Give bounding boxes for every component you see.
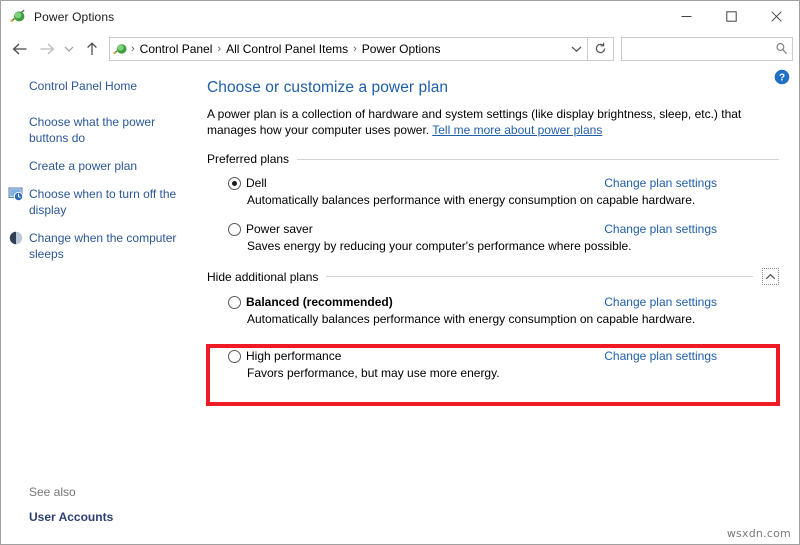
sidebar-item-label: Choose what the power buttons do — [29, 115, 156, 145]
plan-description-dell: Automatically balances performance with … — [247, 193, 696, 207]
see-also-label: See also — [29, 485, 76, 499]
change-plan-settings-balanced[interactable]: Change plan settings — [604, 295, 717, 309]
window-title: Power Options — [34, 9, 115, 24]
change-plan-settings-dell[interactable]: Change plan settings — [604, 176, 717, 190]
section-header: Preferred plans — [207, 152, 779, 166]
change-plan-settings-high-performance[interactable]: Change plan settings — [604, 349, 717, 363]
section-label: Preferred plans — [207, 152, 290, 166]
sidebar-item-control-panel-home[interactable]: Control Panel Home — [1, 78, 187, 94]
sidebar-item-turn-off-display[interactable]: Choose when to turn off the display — [1, 186, 187, 218]
radio-balanced[interactable] — [228, 296, 241, 309]
breadcrumb-all-control-panel-items[interactable]: All Control Panel Items — [223, 42, 351, 56]
forward-button[interactable] — [33, 36, 59, 62]
up-button[interactable] — [79, 36, 105, 62]
section-preferred-plans: Preferred plans Dell Automatically balan… — [207, 152, 779, 254]
refresh-button[interactable] — [588, 36, 614, 61]
address-bar[interactable]: › Control Panel › All Control Panel Item… — [109, 36, 588, 61]
chevron-up-icon[interactable] — [762, 268, 779, 285]
breadcrumb-separator: › — [353, 42, 357, 55]
minimize-button[interactable] — [664, 1, 709, 32]
page-title: Choose or customize a power plan — [207, 79, 449, 96]
back-button[interactable] — [7, 36, 33, 62]
sidebar-item-label: Create a power plan — [29, 159, 138, 173]
power-options-window: Power Options › Control Panel › All Cont… — [0, 0, 800, 545]
plan-row-high-performance: High performance Favors performance, but… — [207, 349, 779, 381]
breadcrumb-power-options[interactable]: Power Options — [359, 42, 444, 56]
svg-text:?: ? — [779, 73, 785, 84]
see-also-section: See also User Accounts — [29, 485, 113, 524]
help-icon[interactable]: ? — [774, 69, 790, 85]
content-area: Control Panel Home Choose what the power… — [1, 65, 799, 544]
page-description: A power plan is a collection of hardware… — [207, 106, 752, 138]
radio-power-saver[interactable] — [228, 223, 241, 236]
plan-name-balanced[interactable]: Balanced (recommended) — [246, 295, 393, 310]
plan-name-dell[interactable]: Dell — [246, 176, 267, 191]
watermark: wsxdn.com — [726, 527, 791, 540]
sidebar-item-create-power-plan[interactable]: Create a power plan — [1, 158, 187, 174]
maximize-button[interactable] — [709, 1, 754, 32]
breadcrumb-separator: › — [217, 42, 222, 55]
plan-name-high-performance[interactable]: High performance — [246, 349, 341, 364]
breadcrumb-separator: › — [131, 42, 135, 55]
recent-locations-button[interactable] — [59, 36, 79, 62]
window-controls — [664, 1, 799, 32]
monitor-icon — [8, 186, 24, 202]
plan-description-power-saver: Saves energy by reducing your computer's… — [247, 239, 632, 253]
section-additional-plans: Hide additional plans Balanced (recommen… — [207, 268, 779, 381]
plan-description-high-performance: Favors performance, but may use more ene… — [247, 366, 500, 380]
sidebar-item-label: Change when the computer sleeps — [29, 231, 177, 261]
see-also-user-accounts-link[interactable]: User Accounts — [29, 510, 113, 524]
section-rule — [297, 158, 779, 160]
sidebar-item-computer-sleeps[interactable]: Change when the computer sleeps — [1, 230, 187, 262]
change-plan-settings-power-saver[interactable]: Change plan settings — [604, 222, 717, 236]
sidebar-item-label: Choose when to turn off the display — [29, 187, 177, 217]
plan-row-balanced: Balanced (recommended) Automatically bal… — [207, 295, 779, 327]
plan-row-dell: Dell Automatically balances performance … — [207, 176, 779, 208]
power-plug-icon — [10, 8, 27, 25]
tell-me-more-link[interactable]: Tell me more about power plans — [432, 123, 602, 137]
section-label: Hide additional plans — [207, 269, 319, 284]
sidebar: Control Panel Home Choose what the power… — [1, 65, 201, 544]
section-header: Hide additional plans — [207, 268, 779, 285]
radio-dell[interactable] — [228, 177, 241, 190]
search-input[interactable] — [622, 41, 770, 56]
search-icon[interactable] — [770, 38, 792, 60]
plan-row-power-saver: Power saver Saves energy by reducing you… — [207, 222, 779, 254]
sidebar-item-choose-power-buttons[interactable]: Choose what the power buttons do — [1, 114, 187, 146]
power-plug-breadcrumb-icon — [113, 41, 129, 57]
search-box[interactable] — [621, 36, 793, 61]
title-bar: Power Options — [1, 1, 799, 32]
breadcrumb-control-panel[interactable]: Control Panel — [137, 42, 216, 56]
chevron-down-icon[interactable] — [565, 38, 587, 60]
plan-name-power-saver[interactable]: Power saver — [246, 222, 313, 237]
moon-icon — [8, 230, 24, 246]
main-pane: ? Choose or customize a power plan A pow… — [201, 65, 799, 544]
section-rule — [326, 276, 753, 277]
radio-high-performance[interactable] — [228, 350, 241, 363]
navigation-bar: › Control Panel › All Control Panel Item… — [1, 32, 799, 65]
plan-description-balanced: Automatically balances performance with … — [247, 312, 696, 326]
sidebar-item-label: Control Panel Home — [29, 79, 138, 93]
close-button[interactable] — [754, 1, 799, 32]
